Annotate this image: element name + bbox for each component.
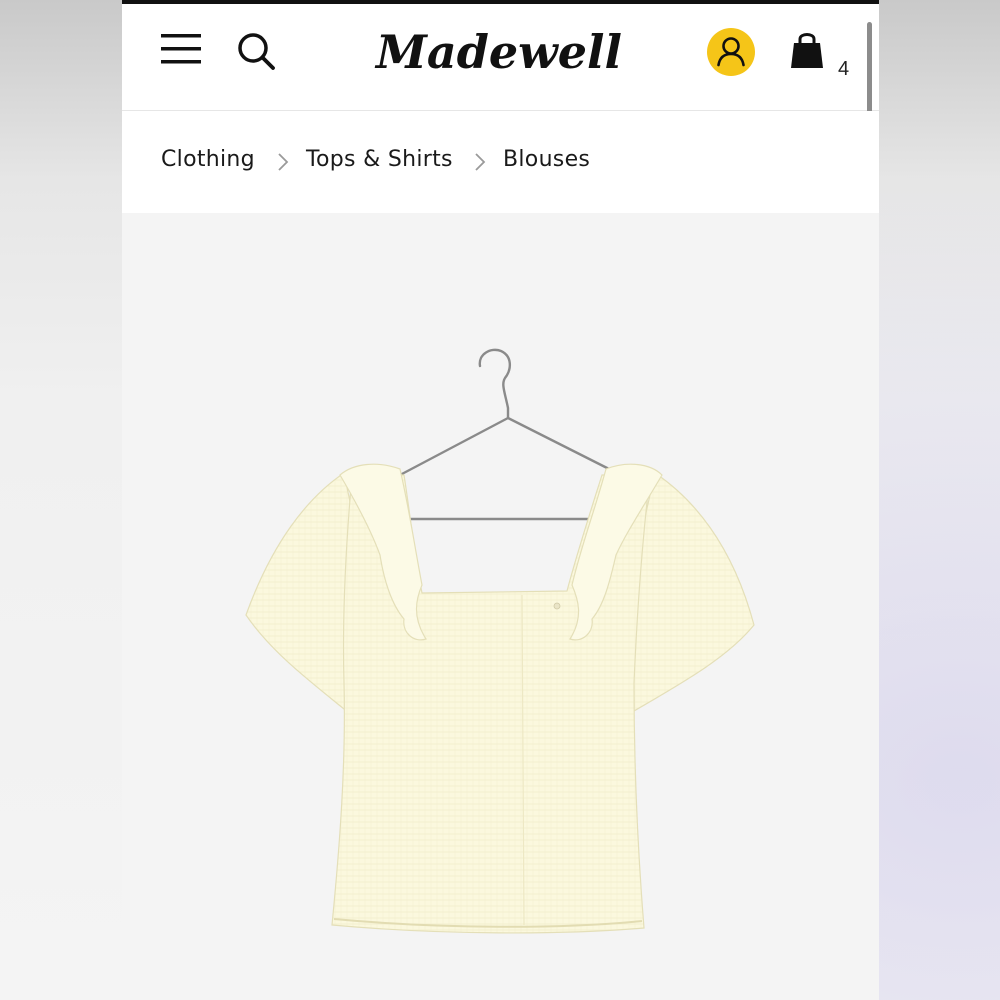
chevron-right-icon [474,152,486,172]
product-photo [245,348,755,934]
button-detail [553,602,561,610]
chevron-right-icon [277,152,289,172]
search-icon[interactable] [236,31,276,71]
brand-logo-text: Madewell [374,25,622,79]
shopping-bag-icon[interactable] [790,30,824,70]
site-header: Madewell 4 [122,4,879,111]
blouse [245,463,755,934]
product-image-container[interactable] [122,213,879,1000]
phone-screen: Madewell 4 Clothing Tops & Shirts Blouse… [122,0,879,1000]
breadcrumb-item-clothing[interactable]: Clothing [161,147,255,172]
account-icon[interactable] [706,27,756,77]
hamburger-menu-icon[interactable] [161,32,201,66]
cart-count-badge[interactable]: 4 [838,58,849,81]
breadcrumb: Clothing Tops & Shirts Blouses [122,111,879,213]
breadcrumb-item-tops-shirts[interactable]: Tops & Shirts [306,147,453,172]
hanger [398,348,619,521]
brand-logo[interactable]: Madewell [369,16,629,94]
breadcrumb-item-blouses[interactable]: Blouses [503,147,590,172]
